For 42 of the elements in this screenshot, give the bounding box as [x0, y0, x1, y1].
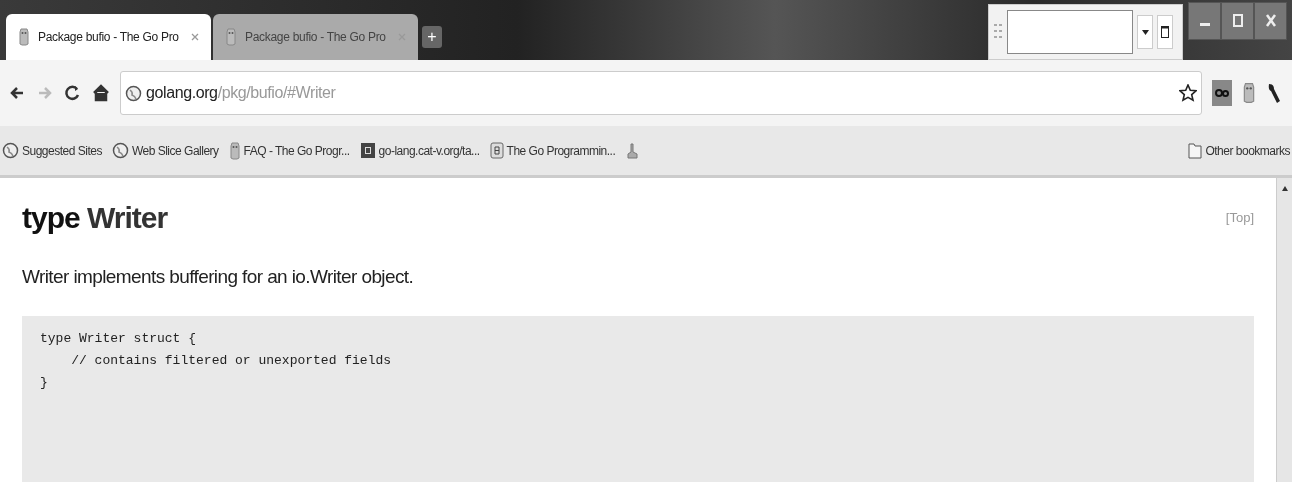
code-line: // contains filtered or unexported fields	[70, 351, 393, 370]
caret-icon	[1141, 29, 1149, 35]
square-button[interactable]	[1157, 15, 1173, 49]
input-field[interactable]	[1007, 10, 1133, 54]
globe-icon	[125, 84, 142, 102]
tab-title: Package bufio - The Go Pro	[245, 29, 386, 46]
page-icon	[359, 142, 376, 159]
gopher-icon[interactable]	[1242, 82, 1256, 104]
close-button[interactable]	[1254, 2, 1287, 40]
gopher-icon	[18, 28, 30, 46]
bookmark[interactable]: go-lang.cat-v.org/ta...	[359, 141, 480, 160]
bookmark[interactable]: FAQ - The Go Progr...	[228, 141, 350, 160]
scroll-up-icon[interactable]	[1281, 186, 1288, 191]
home-icon[interactable]	[92, 84, 110, 102]
dropdown-button[interactable]	[1137, 15, 1153, 49]
folder-icon	[1188, 142, 1203, 159]
other-bookmarks[interactable]: Other bookmarks	[1188, 141, 1290, 160]
bookmark[interactable]: Suggested Sites	[2, 141, 102, 160]
description-text: Writer implements buffering for an io.Writer object.	[22, 265, 415, 289]
minimize-button[interactable]	[1188, 2, 1221, 40]
maximize-button[interactable]	[1221, 2, 1254, 40]
new-tab-button[interactable]: +	[422, 26, 442, 48]
browser-tab[interactable]: Package bufio - The Go Pro	[213, 14, 418, 60]
star-icon[interactable]	[1179, 84, 1197, 102]
bookmark[interactable]: The Go Programmin...	[489, 141, 616, 160]
globe-icon	[111, 142, 129, 159]
close-icon[interactable]	[191, 33, 199, 41]
bookmark[interactable]: Web Slice Gallery	[111, 141, 219, 160]
window-icon	[1161, 26, 1169, 38]
reload-icon[interactable]	[64, 84, 82, 102]
minimize-icon	[1199, 22, 1210, 26]
browser-tab[interactable]: Package bufio - The Go Pro	[6, 14, 211, 60]
page-heading: type Writer	[22, 200, 168, 236]
scrollbar[interactable]	[1276, 178, 1292, 482]
gopher-icon	[225, 28, 237, 46]
code-line: type Writer struct {	[40, 329, 198, 348]
tab-title: Package bufio - The Go Pro	[38, 29, 179, 46]
address-bar[interactable]: golang.org/pkg/bufio/#Writer	[120, 71, 1202, 115]
code-line: }	[40, 373, 49, 392]
document-icon	[489, 142, 504, 159]
gopher-icon	[228, 141, 241, 160]
url-text: golang.org/pkg/bufio/#Writer	[146, 83, 336, 103]
